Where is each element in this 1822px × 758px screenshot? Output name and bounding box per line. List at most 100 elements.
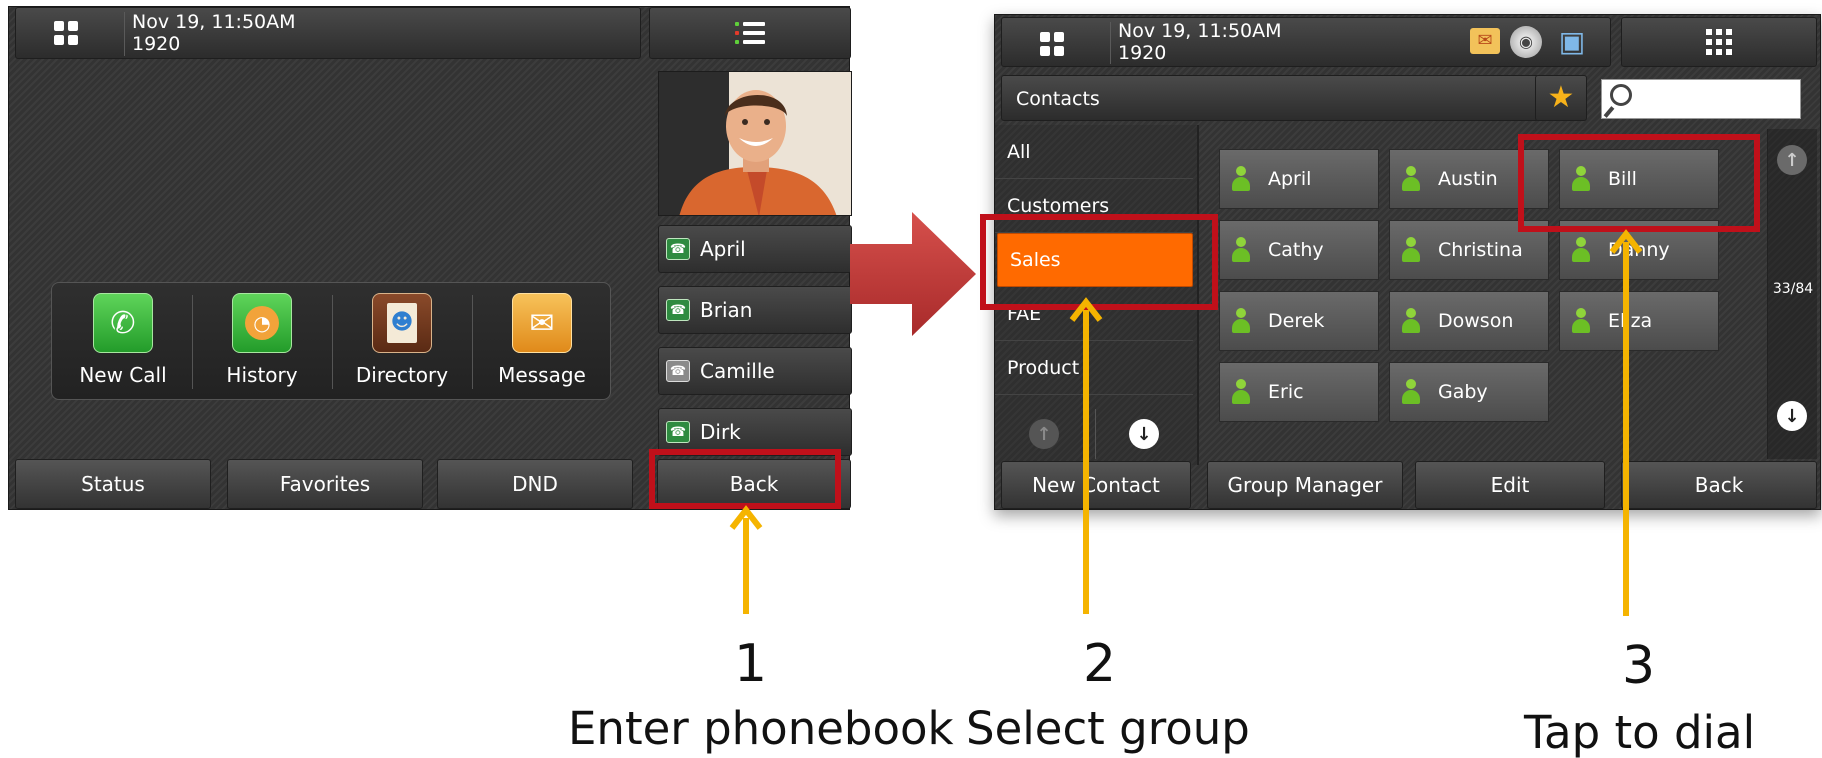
new-message-icon: ✉ — [1470, 28, 1500, 54]
contact-gaby[interactable]: Gaby — [1389, 362, 1549, 422]
favorite-label: April — [700, 237, 746, 261]
contact-name: Austin — [1438, 168, 1498, 190]
contact-name: Dowson — [1438, 310, 1514, 332]
directory-icon: ☻ — [372, 293, 432, 353]
contact-scroll-up-icon[interactable]: ↑ — [1777, 145, 1807, 175]
contact-april[interactable]: April — [1219, 149, 1379, 209]
directory-app[interactable]: ☻ Directory — [333, 293, 471, 393]
search-input[interactable] — [1642, 84, 1796, 114]
dialpad-icon — [1706, 29, 1732, 55]
person-icon — [1402, 166, 1420, 192]
contact-dowson[interactable]: Dowson — [1389, 291, 1549, 351]
favorite-label: Brian — [700, 298, 753, 322]
star-icon: ★ — [1547, 80, 1575, 115]
group-manager-softkey[interactable]: Group Manager — [1207, 461, 1403, 509]
app-launcher: ✆ New Call ◔ History ☻ Directory ✉ Messa… — [51, 282, 611, 400]
favorites-star-button[interactable]: ★ — [1535, 75, 1587, 121]
step1-highlight-box — [649, 449, 841, 509]
search-field[interactable] — [1601, 79, 1801, 119]
history-icon: ◔ — [232, 293, 292, 353]
message-icon: ✉ — [512, 293, 572, 353]
step3-pointer-arrow — [1609, 229, 1643, 616]
step3-number: 3 — [1622, 636, 1656, 696]
contact-scroll-down-icon[interactable]: ↓ — [1777, 401, 1807, 431]
contact-name: Christina — [1438, 239, 1523, 261]
status-bar: Nov 19, 11:50AM 1920 ✉ ◉ ▣ — [1001, 17, 1611, 67]
group-label: All — [1007, 140, 1031, 163]
person-icon — [1402, 379, 1420, 405]
favorites-softkey[interactable]: Favorites — [227, 459, 423, 509]
status-date: Nov 19, 11:50AM — [132, 11, 296, 33]
person-icon — [1402, 308, 1420, 334]
edit-label: Edit — [1490, 473, 1530, 497]
transition-arrow — [850, 212, 976, 336]
favorite-april[interactable]: ☎ April — [658, 225, 852, 273]
status-softkey-label: Status — [81, 472, 145, 496]
back-label: Back — [1694, 473, 1744, 497]
favorite-camille[interactable]: ☎ Camille — [658, 347, 852, 395]
group-scroll-up-icon[interactable]: ↑ — [1029, 419, 1059, 449]
contact-derek[interactable]: Derek — [1219, 291, 1379, 351]
new-call-app[interactable]: ✆ New Call — [54, 293, 192, 393]
favorite-brian[interactable]: ☎ Brian — [658, 286, 852, 334]
contact-name: Cathy — [1268, 239, 1324, 261]
contact-name: Gaby — [1438, 381, 1488, 403]
favorite-label: Camille — [700, 359, 775, 383]
directory-label: Directory — [355, 363, 449, 387]
person-icon — [1572, 237, 1590, 263]
person-icon — [1232, 308, 1250, 334]
dnd-softkey[interactable]: DND — [437, 459, 633, 509]
new-call-label: New Call — [79, 363, 167, 387]
person-icon — [1572, 308, 1590, 334]
step2-number: 2 — [1083, 634, 1117, 694]
phone-status-icon: ☎ — [666, 238, 690, 260]
step1-number: 1 — [734, 634, 768, 694]
contact-eric[interactable]: Eric — [1219, 362, 1379, 422]
page-indicator: 33/84 — [1772, 281, 1814, 297]
speaker-icon: ◉ — [1510, 26, 1542, 58]
person-icon — [1232, 237, 1250, 263]
apps-menu-icon[interactable] — [1040, 32, 1064, 56]
person-icon — [1232, 379, 1250, 405]
status-date: Nov 19, 11:50AM — [1118, 20, 1282, 42]
phonebook-title: Contacts — [1016, 88, 1100, 110]
contact-name: Derek — [1268, 310, 1325, 332]
phone-status-icon: ☎ — [666, 299, 690, 321]
handset-icon: ✆ — [93, 293, 153, 353]
status-softkey[interactable]: Status — [15, 459, 211, 509]
person-icon — [1232, 166, 1250, 192]
step2-pointer-arrow — [1069, 297, 1103, 614]
contact-cathy[interactable]: Cathy — [1219, 220, 1379, 280]
menu-list-icon — [735, 22, 765, 44]
edit-softkey[interactable]: Edit — [1415, 461, 1605, 509]
step1-caption: Enter phonebook — [568, 702, 954, 755]
back-softkey[interactable]: Back — [1621, 461, 1817, 509]
phone-status-icon: ☎ — [666, 421, 690, 443]
status-bar: Nov 19, 11:50AM 1920 — [15, 7, 641, 59]
message-label: Message — [498, 363, 586, 387]
favorite-label: Dirk — [700, 420, 741, 444]
group-all[interactable]: All — [995, 125, 1193, 179]
phone-home-screen: Nov 19, 11:50AM 1920 ✆ New Call ◔ Histor… — [8, 6, 852, 510]
step1-pointer-arrow — [729, 505, 763, 614]
step3-caption: Tap to dial — [1524, 706, 1756, 758]
menu-button[interactable] — [1621, 17, 1817, 67]
phone-status-icon: ☎ — [666, 360, 690, 382]
apps-menu-icon[interactable] — [54, 21, 78, 45]
network-icon: ▣ — [1558, 25, 1586, 58]
phonebook-header: Contacts — [1001, 75, 1539, 121]
status-extension: 1920 — [1118, 42, 1167, 64]
dnd-softkey-label: DND — [512, 472, 558, 496]
menu-button[interactable] — [649, 7, 851, 59]
history-app[interactable]: ◔ History — [193, 293, 331, 393]
group-manager-label: Group Manager — [1227, 473, 1383, 497]
step3-highlight-box — [1518, 134, 1760, 232]
message-app[interactable]: ✉ Message — [473, 293, 611, 393]
contact-name: Eric — [1268, 381, 1304, 403]
favorites-softkey-label: Favorites — [279, 472, 371, 496]
contact-name: April — [1268, 168, 1312, 190]
search-icon — [1610, 84, 1632, 106]
group-scroll-down-icon[interactable]: ↓ — [1129, 419, 1159, 449]
step2-caption: Select group — [966, 702, 1250, 755]
status-extension: 1920 — [132, 33, 181, 55]
